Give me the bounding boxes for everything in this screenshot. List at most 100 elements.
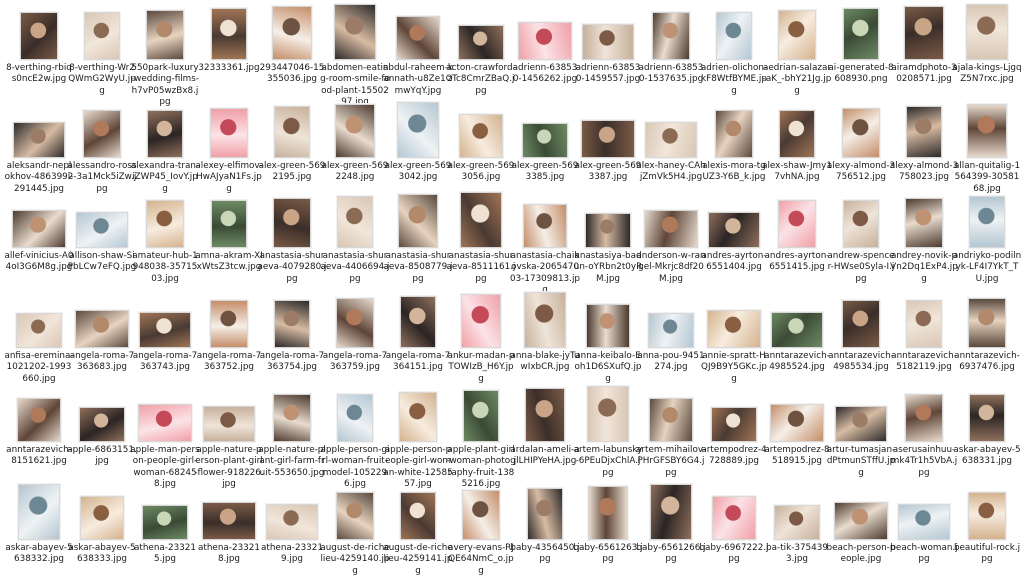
image-thumbnail[interactable] — [770, 404, 824, 442]
image-thumbnail[interactable] — [708, 212, 760, 248]
image-thumbnail[interactable] — [139, 312, 191, 348]
image-thumbnail[interactable] — [211, 200, 247, 248]
image-thumbnail[interactable] — [650, 484, 692, 540]
image-thumbnail[interactable] — [273, 394, 311, 442]
image-thumbnail[interactable] — [645, 122, 697, 158]
image-thumbnail[interactable] — [652, 12, 690, 60]
file-name-label: artempodrez-4728889.jpg — [701, 445, 767, 467]
image-thumbnail[interactable] — [16, 313, 62, 348]
image-thumbnail[interactable] — [905, 198, 943, 248]
image-thumbnail[interactable] — [462, 490, 500, 540]
image-thumbnail[interactable] — [524, 292, 566, 348]
file-name-label: anntarazevich-4985524.jpg — [764, 351, 830, 373]
image-thumbnail[interactable] — [834, 502, 888, 540]
image-thumbnail[interactable] — [459, 114, 503, 158]
image-thumbnail[interactable] — [778, 200, 816, 248]
image-thumbnail[interactable] — [587, 386, 629, 442]
image-thumbnail[interactable] — [649, 398, 693, 442]
image-thumbnail[interactable] — [527, 488, 563, 540]
image-thumbnail[interactable] — [906, 300, 942, 348]
image-thumbnail[interactable] — [460, 192, 502, 248]
image-thumbnail[interactable] — [967, 104, 1007, 158]
image-thumbnail[interactable] — [210, 300, 248, 348]
image-thumbnail[interactable] — [905, 394, 943, 442]
image-thumbnail[interactable] — [146, 200, 184, 248]
image-thumbnail[interactable] — [147, 110, 183, 158]
image-thumbnail[interactable] — [585, 213, 631, 248]
image-thumbnail[interactable] — [400, 492, 436, 540]
image-thumbnail[interactable] — [211, 8, 247, 60]
image-thumbnail[interactable] — [458, 25, 504, 60]
image-thumbnail[interactable] — [400, 296, 436, 348]
image-thumbnail[interactable] — [80, 496, 124, 540]
image-thumbnail[interactable] — [12, 210, 66, 248]
image-thumbnail[interactable] — [210, 108, 248, 158]
image-thumbnail[interactable] — [843, 8, 879, 60]
image-thumbnail[interactable] — [461, 294, 501, 348]
image-thumbnail[interactable] — [779, 110, 815, 158]
image-thumbnail[interactable] — [84, 12, 120, 60]
image-thumbnail[interactable] — [582, 24, 634, 60]
image-thumbnail[interactable] — [13, 122, 65, 158]
image-thumbnail[interactable] — [274, 300, 310, 348]
image-thumbnail[interactable] — [202, 502, 256, 540]
image-thumbnail[interactable] — [904, 6, 944, 60]
image-thumbnail[interactable] — [644, 210, 698, 248]
image-thumbnail[interactable] — [203, 406, 255, 442]
image-thumbnail[interactable] — [138, 404, 192, 442]
image-thumbnail[interactable] — [17, 398, 61, 442]
image-thumbnail[interactable] — [20, 12, 58, 60]
image-thumbnail[interactable] — [337, 394, 373, 442]
image-thumbnail[interactable] — [969, 196, 1005, 248]
image-thumbnail[interactable] — [843, 200, 879, 248]
image-thumbnail[interactable] — [463, 390, 499, 442]
image-thumbnail[interactable] — [76, 212, 128, 248]
image-thumbnail[interactable] — [274, 106, 310, 158]
image-thumbnail[interactable] — [969, 394, 1005, 442]
file-name-label: ardalan-ameli-ajlLHIPYeHA.jpg — [510, 445, 580, 467]
image-thumbnail[interactable] — [715, 110, 753, 158]
image-thumbnail[interactable] — [588, 486, 628, 540]
image-thumbnail[interactable] — [716, 12, 752, 60]
image-thumbnail[interactable] — [581, 120, 635, 158]
image-thumbnail[interactable] — [336, 492, 374, 540]
image-thumbnail[interactable] — [523, 204, 567, 248]
image-thumbnail[interactable] — [75, 310, 129, 348]
image-thumbnail[interactable] — [966, 4, 1008, 60]
image-thumbnail[interactable] — [968, 298, 1006, 348]
file-name-label: andrew-spencer-HWse0Syla-I.jpg — [827, 251, 895, 284]
image-thumbnail[interactable] — [835, 406, 887, 442]
image-thumbnail[interactable] — [336, 298, 374, 348]
image-thumbnail[interactable] — [842, 300, 880, 348]
image-thumbnail[interactable] — [711, 407, 757, 442]
image-thumbnail[interactable] — [518, 22, 572, 60]
image-thumbnail[interactable] — [778, 10, 816, 60]
image-thumbnail[interactable] — [771, 312, 823, 348]
image-thumbnail[interactable] — [399, 392, 437, 442]
image-thumbnail[interactable] — [842, 108, 880, 158]
image-thumbnail[interactable] — [397, 102, 439, 158]
image-thumbnail[interactable] — [83, 110, 121, 158]
image-thumbnail[interactable] — [396, 16, 440, 60]
image-thumbnail[interactable] — [18, 484, 60, 540]
image-thumbnail[interactable] — [335, 104, 375, 158]
image-thumbnail[interactable] — [707, 310, 761, 348]
image-thumbnail[interactable] — [906, 106, 942, 158]
image-thumbnail[interactable] — [272, 6, 312, 60]
image-thumbnail[interactable] — [648, 313, 694, 348]
image-thumbnail[interactable] — [79, 407, 125, 442]
image-thumbnail[interactable] — [142, 505, 188, 540]
image-thumbnail[interactable] — [898, 504, 950, 540]
image-thumbnail[interactable] — [337, 196, 373, 248]
image-thumbnail[interactable] — [586, 304, 630, 348]
image-thumbnail[interactable] — [146, 10, 184, 60]
image-thumbnail[interactable] — [522, 123, 568, 158]
image-thumbnail[interactable] — [398, 194, 438, 248]
image-thumbnail[interactable] — [968, 492, 1006, 540]
image-thumbnail[interactable] — [273, 198, 311, 248]
image-thumbnail[interactable] — [266, 504, 318, 540]
image-thumbnail[interactable] — [525, 388, 565, 442]
image-thumbnail[interactable] — [712, 496, 756, 540]
image-thumbnail[interactable] — [774, 505, 820, 540]
image-thumbnail[interactable] — [334, 4, 376, 60]
